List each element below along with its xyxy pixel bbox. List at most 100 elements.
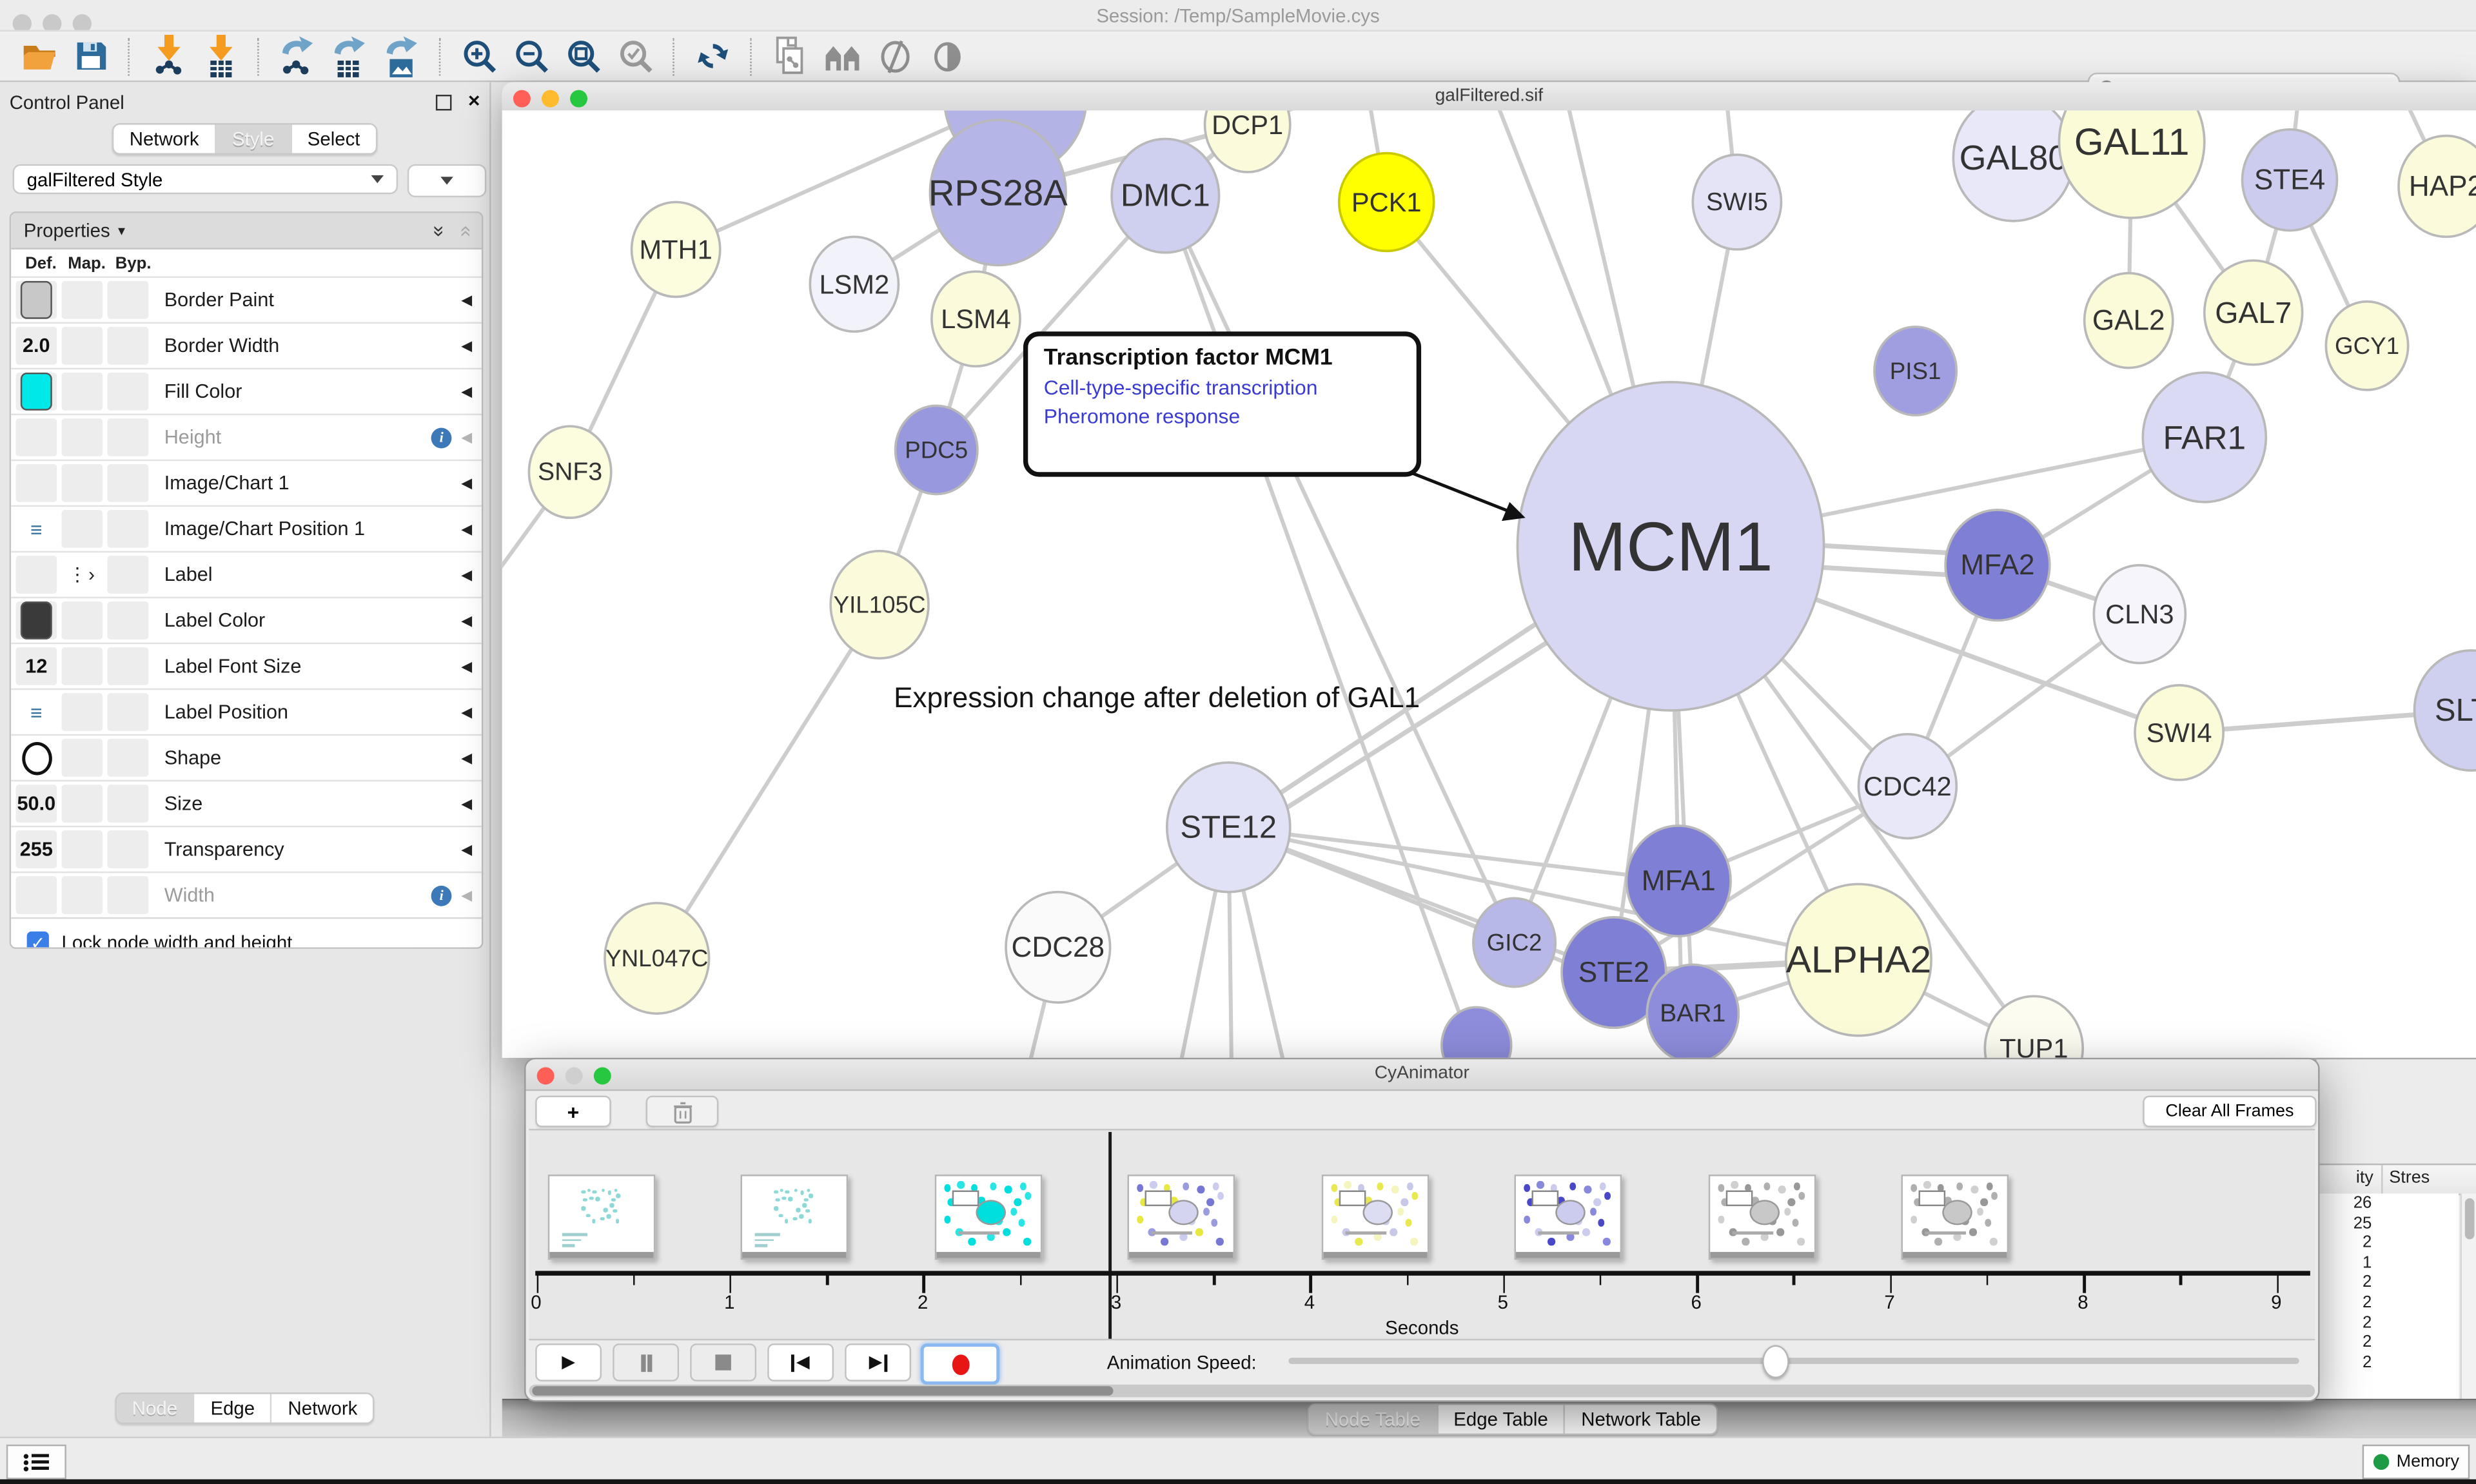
network-window-titlebar[interactable]: galFiltered.sif [502,82,2476,112]
property-row[interactable]: Fill Color◀ [11,368,482,414]
expand-row-icon[interactable]: ◀ [461,474,472,492]
checkbox-checked-icon[interactable]: ✓ [27,932,49,949]
table-cell[interactable]: 1 [2317,1253,2459,1273]
tab-style[interactable]: Style [216,124,291,153]
column-header[interactable]: Stres [2389,1168,2430,1187]
save-session-icon[interactable] [70,35,112,77]
annotation-box[interactable]: Transcription factor MCM1 Cell-type-spec… [1023,331,1421,476]
delete-frame-button[interactable] [646,1096,719,1128]
network-node[interactable]: GAL7 [2205,260,2303,365]
frame-thumbnail[interactable] [1709,1175,1816,1260]
map-cell[interactable] [62,464,103,502]
expand-all-icon[interactable]: » [427,225,451,237]
zoom-in-icon[interactable] [458,35,500,77]
pause-button[interactable] [613,1343,679,1381]
tab-network-table[interactable]: Network Table [1566,1405,1717,1434]
property-row[interactable]: 2.0Border Width◀ [11,322,482,368]
animation-speed-slider[interactable] [1288,1358,2299,1364]
frame-thumbnail[interactable] [1128,1175,1235,1260]
add-frame-button[interactable]: + [535,1096,611,1128]
frame-thumbnail[interactable] [1901,1175,2009,1260]
table-cell[interactable]: 2 [2317,1313,2459,1333]
column-divider[interactable] [2381,1165,2383,1193]
def-cell[interactable] [15,739,57,777]
def-cell[interactable]: 2.0 [15,327,57,365]
byp-cell[interactable] [108,739,149,777]
map-cell[interactable] [62,373,103,411]
property-row[interactable]: Widthi◀ [11,872,482,917]
table-scrollbar[interactable] [2461,1193,2476,1400]
first-neighbors-icon[interactable] [821,35,863,77]
byp-cell[interactable] [108,418,149,456]
map-cell[interactable] [62,785,103,823]
tab-node-table[interactable]: Node Table [1309,1405,1438,1434]
zoom-fit-icon[interactable] [562,35,605,77]
style-selector[interactable]: galFiltered Style [13,164,398,195]
network-node[interactable]: YNL047C [605,903,709,1013]
network-node[interactable] [1442,1007,1511,1057]
frame-thumbnail[interactable] [1322,1175,1430,1260]
map-cell[interactable] [62,693,103,731]
def-cell[interactable] [15,876,57,914]
network-node[interactable]: HAP2 [2399,136,2476,237]
map-cell[interactable] [62,647,103,685]
network-node[interactable]: GIC2 [1473,898,1555,986]
scrollbar-thumb[interactable] [532,1386,1113,1396]
copy-current-style-icon[interactable] [769,35,812,77]
def-cell[interactable] [15,373,57,411]
def-cell[interactable] [15,556,57,594]
frame-thumbnail[interactable] [741,1175,849,1260]
network-node[interactable]: CDC28 [1006,892,1110,1002]
expand-row-icon[interactable]: ◀ [461,795,472,812]
network-node[interactable]: PCK1 [1339,153,1434,251]
network-node[interactable]: LSM2 [810,237,898,331]
def-cell[interactable]: 12 [15,647,57,685]
stop-button[interactable] [690,1343,756,1381]
map-cell[interactable] [62,830,103,868]
network-node[interactable]: ALPHA2 [1786,884,1931,1035]
info-icon[interactable]: i [431,427,452,447]
network-node[interactable]: BAR1 [1647,964,1738,1057]
clear-all-frames-button[interactable]: Clear All Frames [2143,1096,2316,1128]
column-header[interactable]: ity [2317,1168,2373,1187]
byp-cell[interactable] [108,281,149,319]
def-cell[interactable] [15,601,57,639]
expand-row-icon[interactable]: ◀ [461,886,472,904]
export-network-icon[interactable] [277,35,319,77]
zoom-selected-icon[interactable] [614,35,657,77]
color-swatch[interactable] [21,281,52,319]
network-node[interactable]: SWI4 [2135,685,2223,780]
table-cell[interactable]: 2 [2317,1273,2459,1293]
byp-cell[interactable] [108,785,149,823]
slider-knob[interactable] [1762,1345,1789,1378]
property-row[interactable]: Border Paint◀ [11,277,482,322]
table-cell[interactable]: 25 [2317,1213,2459,1233]
tab-select[interactable]: Select [291,124,376,153]
network-node[interactable]: LSM4 [932,271,1020,366]
hide-selected-icon[interactable] [873,35,916,77]
play-button[interactable]: ▶ [535,1343,602,1381]
byp-cell[interactable] [108,876,149,914]
table-cell[interactable]: 2 [2317,1352,2459,1372]
network-node[interactable]: SNF3 [529,426,611,518]
style-options-button[interactable] [408,164,486,197]
cyanimator-timeline[interactable]: 0123456789 Seconds [529,1129,2315,1340]
map-cell[interactable] [62,418,103,456]
tab-edge-table[interactable]: Edge Table [1438,1405,1566,1434]
def-cell[interactable]: ≡ [15,693,57,731]
byp-cell[interactable] [108,693,149,731]
expand-row-icon[interactable]: ◀ [461,520,472,538]
property-row[interactable]: 12Label Font Size◀ [11,643,482,688]
property-row[interactable]: ≡Image/Chart Position 1◀ [11,505,482,551]
expand-row-icon[interactable]: ◀ [461,612,472,629]
network-node[interactable]: MFA1 [1626,826,1731,936]
import-table-icon[interactable] [199,35,242,77]
network-node[interactable]: DCP1 [1205,110,1290,172]
map-cell[interactable] [62,510,103,548]
step-back-button[interactable]: ◀ [767,1343,834,1381]
byp-cell[interactable] [108,830,149,868]
network-node[interactable]: TUP1 [1985,996,2083,1058]
record-button[interactable] [921,1343,999,1385]
property-row[interactable]: Image/Chart 1◀ [11,460,482,505]
table-cell[interactable]: 2 [2317,1233,2459,1253]
